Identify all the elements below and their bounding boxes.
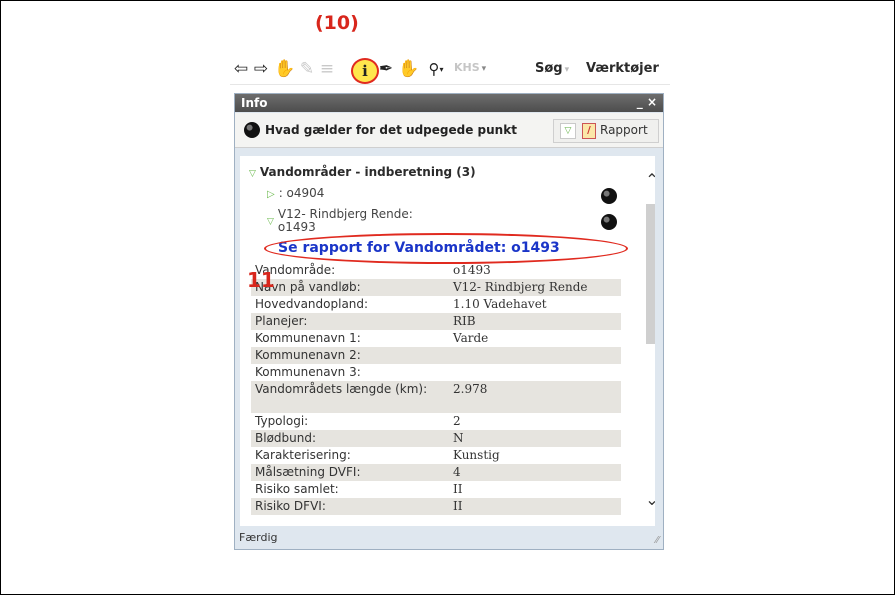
list-item[interactable]: ▽ V12- Rindbjerg Rende: o1493: [267, 208, 413, 234]
map-toolbar: ⇦ ⇨ ✋ ✎ ≡ ✒ ✋ ⚲ ▾ KHS ▾ Søg ▾ Værktøjer: [230, 54, 670, 85]
attr-key: Hovedvandopland:: [255, 297, 369, 311]
attr-value: Kunstig: [453, 448, 500, 462]
attr-value: [449, 364, 621, 381]
attr-key: Vandområdets længde (km):: [251, 381, 449, 413]
globe-icon[interactable]: [601, 214, 617, 230]
info-tool-icon[interactable]: ℹ: [351, 58, 379, 84]
scrollbar[interactable]: ⌃ ⌄: [643, 166, 655, 516]
attr-value: N: [449, 430, 621, 447]
table-row: Karakterisering: Kunstig: [251, 447, 621, 464]
attr-value: 4: [449, 464, 621, 481]
table-row: Planejer: RIB: [251, 313, 621, 330]
rapport-label: Rapport: [600, 123, 648, 137]
scroll-thumb[interactable]: [646, 204, 655, 344]
collapsed-triangle-icon[interactable]: ▷: [267, 189, 275, 200]
info-content: ▽ Vandområder - indberetning (3) ▷: o4904…: [240, 156, 655, 526]
resize-grip-icon[interactable]: ⁄⁄: [656, 535, 659, 546]
forward-arrow-icon[interactable]: ⇨: [252, 58, 270, 80]
dropdown-arrow-icon[interactable]: ▽: [560, 123, 576, 139]
info-subheader: Hvad gælder for det udpegede punkt ▽ / R…: [235, 113, 663, 148]
globe-icon[interactable]: [601, 188, 617, 204]
table-row: Vandområdets længde (km): 2.978: [251, 381, 621, 413]
hand-select-icon[interactable]: ✋: [398, 58, 420, 80]
highlight-oval: [264, 233, 628, 264]
attr-value: o1493: [453, 263, 491, 277]
info-panel-title: Info: [241, 96, 268, 110]
khs-dropdown[interactable]: KHS ▾: [454, 61, 486, 74]
attr-value: Varde: [453, 331, 489, 345]
window-controls[interactable]: _ ×: [637, 95, 657, 109]
attr-value: [449, 347, 621, 364]
pen-icon[interactable]: ✒: [376, 58, 396, 80]
table-row: Risiko samlet: II: [251, 481, 621, 498]
attr-key: Kommunenavn 1:: [255, 331, 361, 345]
pan-hand-icon[interactable]: ✋: [274, 58, 296, 80]
info-panel: Info _ × Hvad gælder for det udpegede pu…: [234, 93, 664, 550]
attr-key: Blødbund:: [251, 430, 449, 447]
binoculars-icon[interactable]: ⚲ ▾: [422, 58, 450, 80]
rapport-button[interactable]: ▽ / Rapport: [553, 119, 659, 143]
status-text: Færdig: [239, 531, 278, 544]
table-row: Kommunenavn 1: Varde: [251, 330, 621, 347]
attr-value: 2: [453, 414, 461, 428]
attr-key: Kommunenavn 3:: [255, 365, 361, 379]
attr-key: Kommunenavn 2:: [251, 347, 449, 364]
table-row: Typologi: 2: [251, 413, 621, 430]
attr-value: V12- Rindbjerg Rende: [449, 279, 621, 296]
measure-icon[interactable]: ✎: [298, 58, 316, 80]
attr-key: Vandområde:: [255, 263, 336, 277]
table-row: Hovedvandopland: 1.10 Vadehavet: [251, 296, 621, 313]
attr-value: RIB: [449, 313, 621, 330]
attr-key: Typologi:: [255, 414, 309, 428]
step-11-annotation: 11: [247, 268, 275, 292]
table-row: Blødbund: N: [251, 430, 621, 447]
search-menu[interactable]: Søg ▾: [535, 61, 569, 76]
step-10-annotation: (10): [315, 12, 359, 34]
item-id: o1493: [277, 220, 316, 234]
scroll-up-icon[interactable]: ⌃: [643, 170, 655, 189]
info-subtitle: Hvad gælder for det udpegede punkt: [265, 123, 517, 137]
table-row: Navn på vandløb: V12- Rindbjerg Rende: [251, 279, 621, 296]
attr-key: Planejer:: [251, 313, 449, 330]
tools-menu[interactable]: Værktøjer: [586, 61, 659, 76]
back-arrow-icon[interactable]: ⇦: [232, 58, 250, 80]
attr-value: 2.978: [449, 381, 621, 413]
info-panel-titlebar: Info _ ×: [235, 94, 663, 112]
attr-value: II: [453, 482, 463, 496]
attr-key: Målsætning DVFI:: [251, 464, 449, 481]
attribute-table: Vandområde: o1493 Navn på vandløb: V12- Rin…: [251, 262, 621, 515]
attr-key: Karakterisering:: [255, 448, 351, 462]
scroll-down-icon[interactable]: ⌄: [643, 490, 655, 509]
table-row: Målsætning DVFI: 4: [251, 464, 621, 481]
expand-triangle-icon[interactable]: ▽: [267, 216, 274, 234]
list-item[interactable]: ▷: o4904: [267, 186, 324, 200]
table-row: Kommunenavn 2:: [251, 347, 621, 364]
attr-value: II: [449, 498, 621, 515]
report-icon: /: [582, 123, 596, 139]
attr-key: Risiko samlet:: [255, 482, 339, 496]
attr-key: Risiko DFVI:: [251, 498, 449, 515]
group-vandomraader[interactable]: ▽ Vandområder - indberetning (3): [249, 165, 476, 179]
table-row: Kommunenavn 3:: [251, 364, 621, 381]
table-row: Vandområde: o1493: [251, 262, 621, 279]
table-row: Risiko DFVI: II: [251, 498, 621, 515]
list-icon[interactable]: ≡: [318, 58, 336, 80]
globe-icon: [244, 122, 260, 138]
attr-value: 1.10 Vadehavet: [453, 297, 547, 311]
expand-triangle-icon[interactable]: ▽: [249, 169, 256, 179]
attr-key: Navn på vandløb:: [251, 279, 449, 296]
